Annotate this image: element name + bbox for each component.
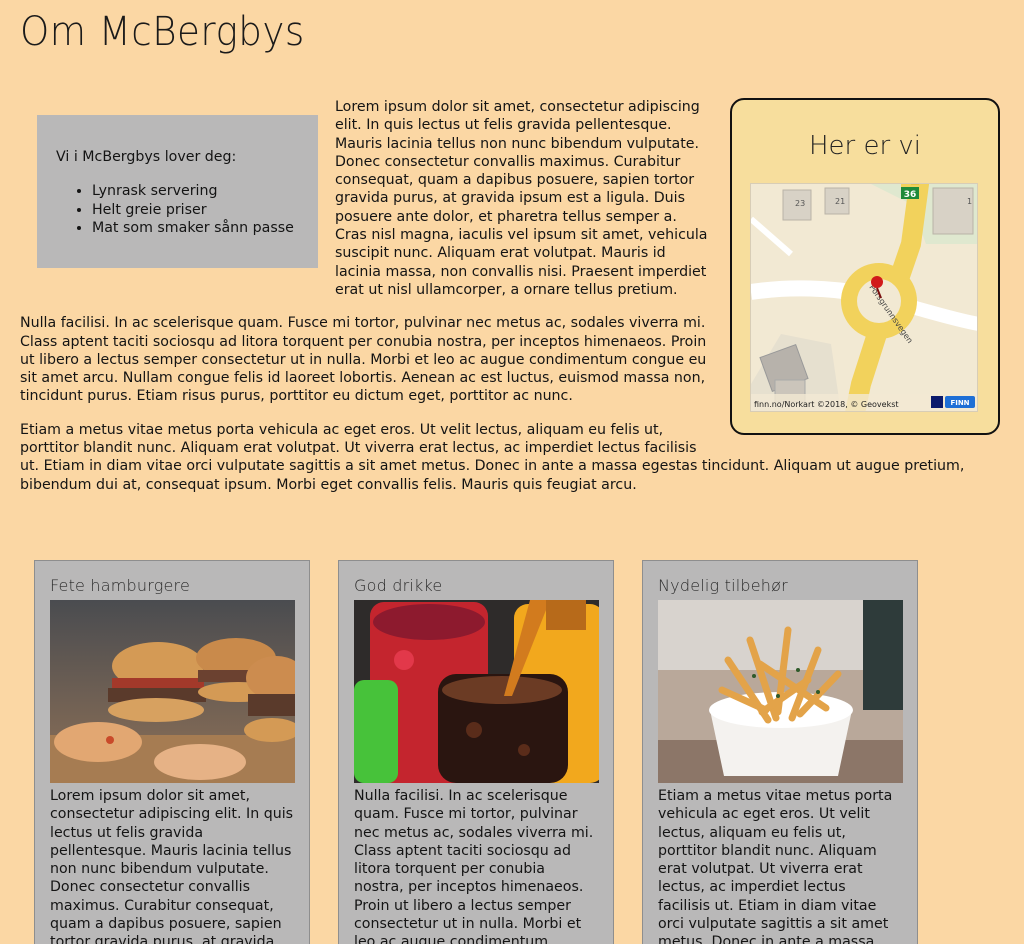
house-number: 1 xyxy=(967,197,972,206)
card-text: Nulla facilisi. In ac scelerisque quam. … xyxy=(354,788,594,944)
card-title: God drikke xyxy=(354,576,443,595)
house-number: 23 xyxy=(795,199,805,208)
finn-logo: FINN xyxy=(950,399,969,407)
promise-intro: Vi i McBergbys lover deg: xyxy=(56,149,237,165)
card-sides: Nydelig tilbehør Etiam a metus vitae met… xyxy=(642,560,918,944)
card-hamburgers: Fete hamburgere Lorem ipsum dolor sit am… xyxy=(34,560,310,944)
card-text: Etiam a metus vitae metus porta vehicula… xyxy=(658,788,893,944)
main-content: Vi i McBergbys lover deg: Lynrask server… xyxy=(20,98,1000,494)
location-map[interactable]: 36 23 21 1 Porsgrunnsvegen finn.no/Norka… xyxy=(750,183,978,412)
road-number: 36 xyxy=(904,190,917,200)
promise-item: Mat som smaker sånn passe xyxy=(92,219,318,237)
card-drinks: God drikke Nulla facilisi. In ac sceleri… xyxy=(338,560,614,944)
location-title: Her er vi xyxy=(808,131,922,161)
drinks-photo xyxy=(354,600,599,783)
card-title: Nydelig tilbehør xyxy=(658,576,788,595)
card-text: Lorem ipsum dolor sit amet, consectetur … xyxy=(50,788,294,944)
promise-list: Lynrask servering Helt greie priser Mat … xyxy=(92,182,318,237)
card-title: Fete hamburgere xyxy=(50,576,191,595)
promise-box: Vi i McBergbys lover deg: Lynrask server… xyxy=(37,115,318,268)
map-credit: finn.no/Norkart ©2018, © Geovekst xyxy=(754,400,899,409)
location-box: Her er vi 36 23 21 1 Porsgrunnsvegen fin… xyxy=(730,98,1000,435)
page-title: Om McBergbys xyxy=(20,9,305,55)
promise-item: Helt greie priser xyxy=(92,201,318,219)
promise-item: Lynrask servering xyxy=(92,182,318,200)
fries-photo xyxy=(658,600,903,783)
burgers-photo xyxy=(50,600,295,783)
house-number: 21 xyxy=(835,197,845,206)
